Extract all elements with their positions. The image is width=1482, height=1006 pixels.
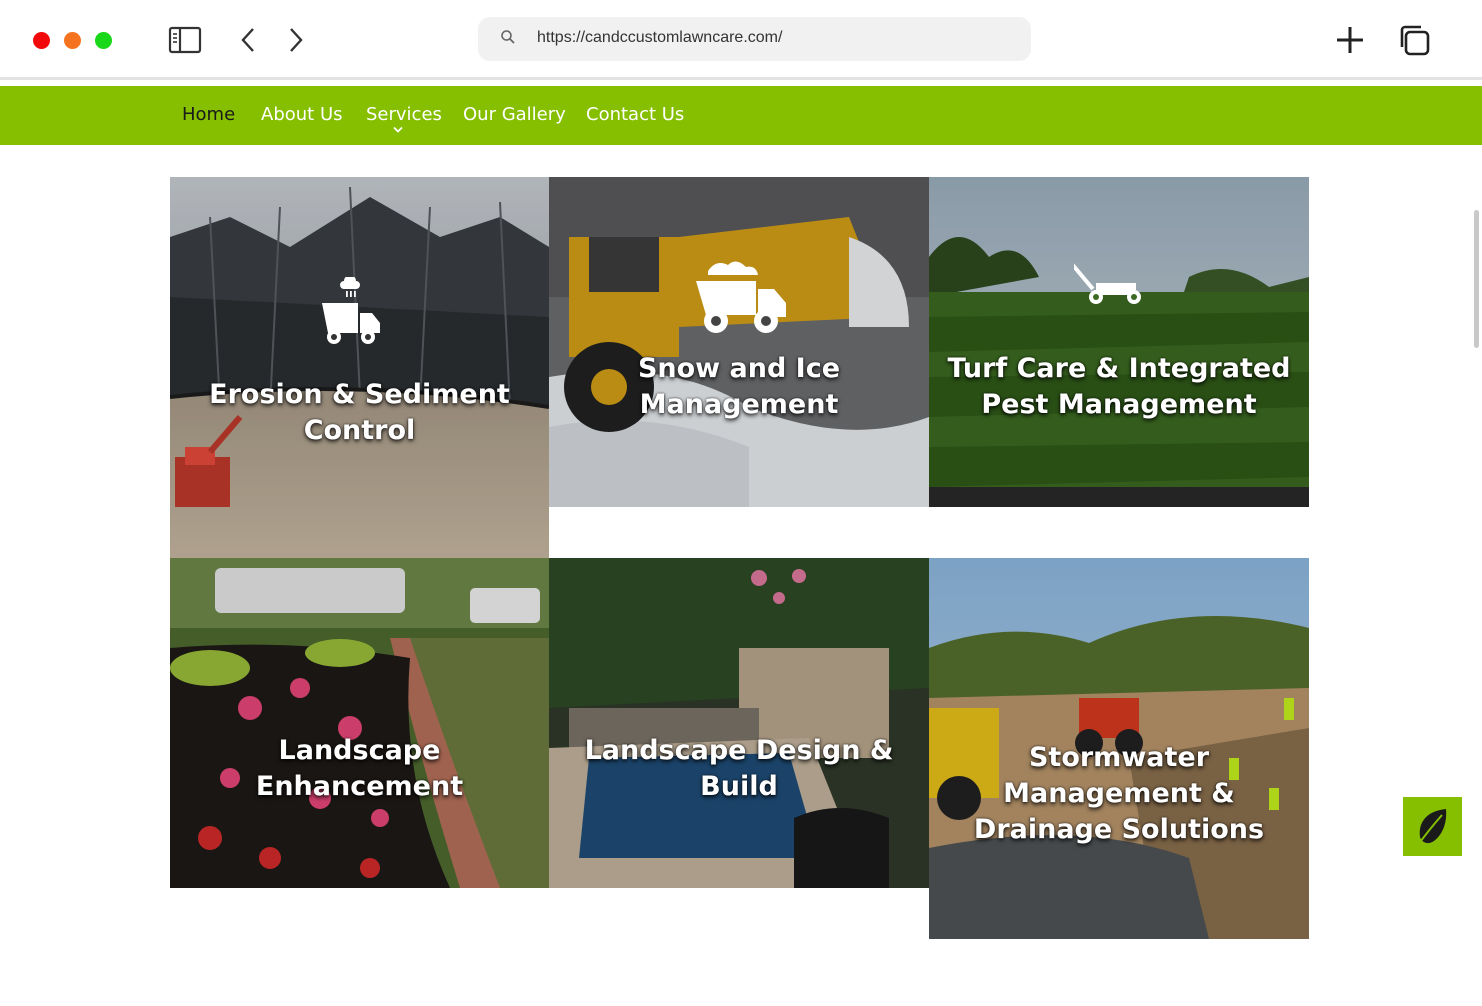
close-window-button[interactable]	[33, 32, 50, 49]
service-tile-turf[interactable]: Turf Care & Integrated Pest Management	[929, 177, 1309, 507]
service-tile-landscape-enhancement[interactable]: Landscape Enhancement	[170, 558, 549, 888]
tile-title-line: Snow and Ice	[637, 353, 841, 384]
sidebar-icon	[168, 26, 202, 54]
tile-title-line: Enhancement	[255, 771, 464, 802]
service-tile-snow[interactable]: Snow and Ice Management	[549, 177, 929, 507]
dump-truck-icon	[322, 277, 380, 344]
nav-contact-us[interactable]: Contact Us	[586, 104, 684, 125]
leaf-icon	[1416, 808, 1446, 846]
new-tab-button[interactable]	[1332, 22, 1368, 58]
nav-about-us[interactable]: About Us	[261, 104, 343, 125]
nav-our-gallery[interactable]: Our Gallery	[463, 104, 566, 125]
service-tile-erosion[interactable]: Erosion & Sediment Control	[170, 177, 549, 558]
url-text: https://candccustomlawncare.com/	[537, 29, 783, 46]
tile-title-line: Landscape	[278, 735, 441, 766]
back-button[interactable]	[236, 22, 260, 58]
chevron-down-icon	[393, 126, 403, 133]
service-tile-stormwater[interactable]: Stormwater Management & Drainage Solutio…	[929, 558, 1309, 939]
sidebar-toggle-button[interactable]	[166, 22, 204, 58]
lawn-mower-icon	[1074, 261, 1141, 304]
tile-title-line: Pest Management	[981, 389, 1257, 420]
floating-leaf-button[interactable]	[1403, 797, 1462, 856]
tile-title-line: Erosion & Sediment	[209, 379, 510, 410]
tile-title-line: Build	[700, 771, 778, 802]
forward-button[interactable]	[284, 22, 308, 58]
tile-title-line: Drainage Solutions	[973, 814, 1265, 845]
browser-toolbar: https://candccustomlawncare.com/	[0, 0, 1482, 80]
maximize-window-button[interactable]	[95, 32, 112, 49]
tile-title-line: Management	[639, 389, 839, 420]
main-navigation: Home About Us Services Our Gallery Conta…	[0, 86, 1482, 145]
tile-title-line: Turf Care & Integrated	[947, 353, 1291, 384]
search-icon	[501, 30, 515, 44]
tile-title-line: Stormwater	[1028, 742, 1210, 773]
forward-icon	[290, 28, 303, 52]
minimize-window-button[interactable]	[64, 32, 81, 49]
address-bar[interactable]: https://candccustomlawncare.com/	[478, 17, 1031, 61]
tabs-overview-button[interactable]	[1395, 22, 1433, 58]
new-tab-icon	[1337, 27, 1363, 53]
back-icon	[241, 28, 254, 52]
nav-home[interactable]: Home	[182, 104, 235, 125]
tile-title-line: Control	[303, 415, 416, 446]
service-tile-design-build[interactable]: Landscape Design & Build	[549, 558, 929, 888]
dump-truck-icon	[696, 261, 786, 333]
page-scrollbar[interactable]	[1474, 210, 1479, 348]
nav-services[interactable]: Services	[366, 104, 442, 125]
tile-title-line: Management &	[1003, 778, 1235, 809]
tile-title-line: Landscape Design &	[584, 735, 894, 766]
tabs-icon	[1400, 25, 1430, 56]
